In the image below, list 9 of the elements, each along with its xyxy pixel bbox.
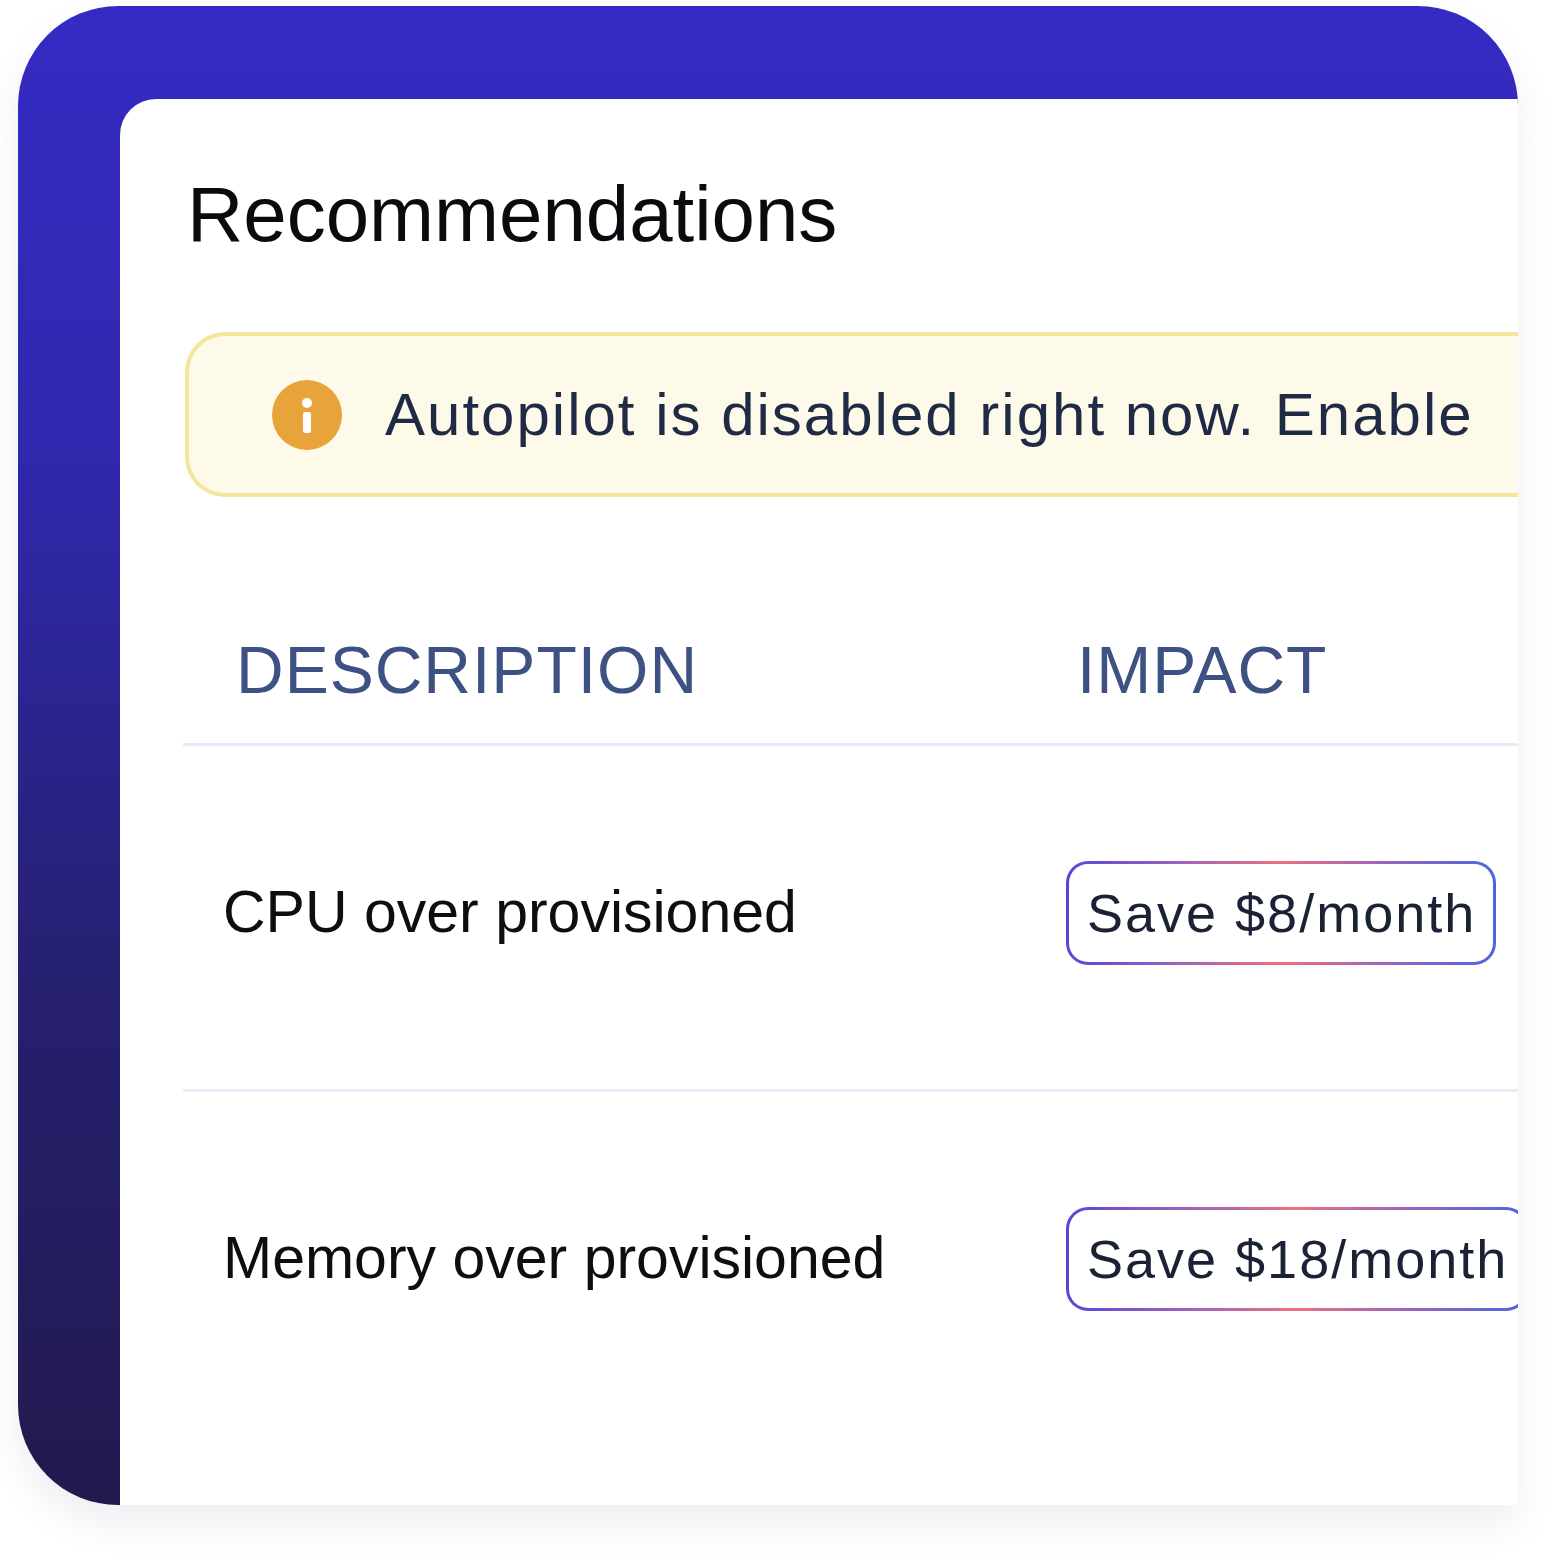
- column-header: IMPACT: [1077, 637, 1328, 703]
- banner-message: Autopilot is disabled right now. Enable: [385, 384, 1474, 445]
- recommendation-description: Memory over provisioned: [223, 1229, 886, 1288]
- recommendation-description: CPU over provisioned: [223, 883, 797, 942]
- info-icon: [272, 379, 342, 450]
- savings-badge: Save $18/month: [1066, 1206, 1518, 1311]
- savings-badge: Save $8/month: [1066, 860, 1497, 965]
- page-title: Recommendations: [187, 175, 838, 253]
- column-header: DESCRIPTION: [236, 637, 699, 703]
